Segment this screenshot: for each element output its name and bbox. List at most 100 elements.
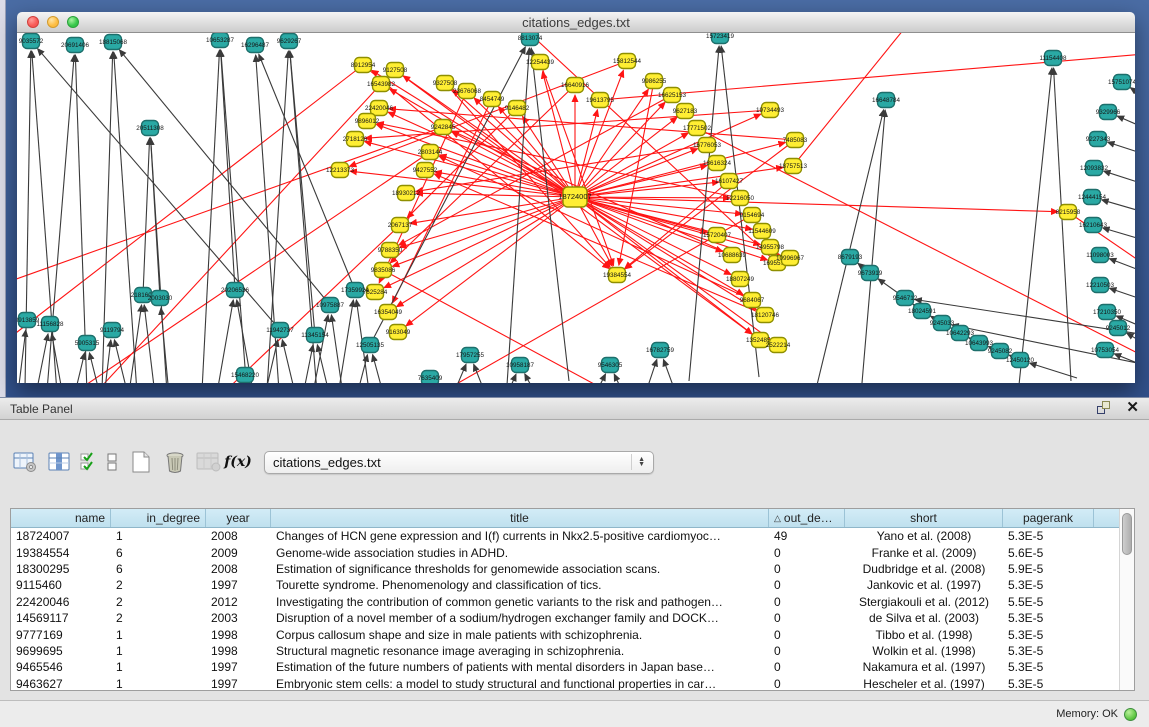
table-row[interactable]: 946554611997Estimation of the future num… bbox=[11, 659, 1119, 675]
citation-edge[interactable] bbox=[397, 197, 575, 307]
column-header-title[interactable]: title bbox=[271, 509, 769, 527]
network-node[interactable]: 16543982 bbox=[367, 77, 396, 92]
table-row[interactable]: 969969511998Structural magnetic resonanc… bbox=[11, 643, 1119, 659]
network-node[interactable]: 18930212 bbox=[392, 186, 421, 201]
network-node[interactable]: 15751074 bbox=[1108, 75, 1135, 90]
network-node[interactable]: 9329966 bbox=[1096, 105, 1121, 120]
network-node[interactable]: 18724007 bbox=[558, 187, 591, 207]
network-edge[interactable] bbox=[47, 55, 74, 383]
network-node[interactable]: 20691406 bbox=[61, 38, 90, 53]
network-node[interactable]: 8813074 bbox=[518, 33, 543, 46]
network-edge[interactable] bbox=[1130, 88, 1135, 99]
network-node[interactable]: 12254439 bbox=[526, 55, 555, 70]
column-header-out_de[interactable]: △out_de… bbox=[769, 509, 845, 527]
network-node[interactable]: 9673919 bbox=[858, 266, 883, 281]
network-node[interactable]: 16648784 bbox=[872, 93, 901, 108]
network-node[interactable]: 12210503 bbox=[1086, 278, 1115, 293]
network-node[interactable]: 2718126 bbox=[343, 132, 368, 147]
network-edge[interactable] bbox=[373, 355, 383, 383]
network-node[interactable]: 10958187 bbox=[506, 358, 535, 373]
table-settings-icon[interactable] bbox=[8, 446, 42, 478]
citation-edge[interactable] bbox=[434, 174, 765, 315]
scrollbar-thumb[interactable] bbox=[1122, 513, 1132, 555]
delete-column-icon[interactable] bbox=[158, 446, 192, 478]
network-node[interactable]: 9627183 bbox=[673, 104, 698, 119]
network-node[interactable]: 19384554 bbox=[603, 268, 632, 283]
column-header-name[interactable]: name bbox=[11, 509, 111, 527]
network-edge[interactable] bbox=[689, 46, 719, 381]
network-edge[interactable] bbox=[1117, 116, 1135, 129]
close-panel-icon[interactable]: ✕ bbox=[1126, 400, 1139, 416]
network-node[interactable]: 9163049 bbox=[386, 325, 411, 340]
network-edge[interactable] bbox=[1054, 68, 1071, 381]
network-node[interactable]: 16640916 bbox=[561, 78, 590, 93]
network-edge[interactable] bbox=[217, 300, 233, 383]
network-node[interactable]: 8679193 bbox=[838, 250, 863, 265]
citation-edge[interactable] bbox=[625, 181, 729, 269]
network-edge[interactable] bbox=[1109, 288, 1135, 301]
select-columns-icon[interactable] bbox=[76, 446, 100, 478]
network-edge[interactable] bbox=[1104, 171, 1135, 185]
network-node[interactable]: 17957255 bbox=[456, 348, 485, 363]
network-node[interactable]: 11544609 bbox=[748, 224, 776, 239]
network-edge[interactable] bbox=[1102, 200, 1135, 213]
citation-edge[interactable] bbox=[575, 102, 665, 197]
citation-edge[interactable] bbox=[392, 197, 575, 266]
network-node[interactable]: 7635409 bbox=[418, 371, 443, 384]
network-node[interactable]: 12505135 bbox=[356, 338, 385, 353]
network-node[interactable]: 9154694 bbox=[740, 208, 765, 223]
network-node[interactable]: 10975887 bbox=[316, 298, 345, 313]
network-node[interactable]: 14955798 bbox=[756, 240, 785, 255]
table-selector-dropdown[interactable]: citations_edges.txt ▲▼ bbox=[264, 451, 654, 474]
network-edge[interactable] bbox=[290, 51, 315, 335]
network-edge[interactable] bbox=[143, 138, 150, 295]
network-node[interactable]: 12444154 bbox=[1078, 190, 1107, 205]
network-edge[interactable] bbox=[595, 374, 606, 383]
network-edge[interactable] bbox=[614, 374, 623, 383]
network-edge[interactable] bbox=[507, 374, 516, 383]
network-node[interactable]: 9227343 bbox=[1086, 132, 1111, 147]
row-height-icon[interactable] bbox=[100, 446, 124, 478]
network-node[interactable]: 11098003 bbox=[1086, 248, 1114, 263]
network-node[interactable]: 19734493 bbox=[756, 103, 785, 118]
table-row[interactable]: 2242004622012Investigating the contribut… bbox=[11, 594, 1119, 610]
network-node[interactable]: 11156828 bbox=[36, 317, 64, 332]
citation-edge[interactable] bbox=[77, 84, 381, 383]
network-edge[interactable] bbox=[303, 345, 313, 383]
table-row[interactable]: 1938455462009Genome-wide association stu… bbox=[11, 544, 1119, 560]
network-edge[interactable] bbox=[119, 50, 330, 305]
citation-edge[interactable] bbox=[197, 225, 400, 383]
table-row[interactable]: 911546021997Tourette syndrome. Phenomeno… bbox=[11, 577, 1119, 593]
network-node[interactable]: 10753054 bbox=[1091, 343, 1120, 358]
column-header-in_degree[interactable]: in_degree bbox=[111, 509, 206, 527]
network-node[interactable]: 10688639 bbox=[718, 248, 747, 263]
network-node[interactable]: 2522214 bbox=[766, 338, 791, 353]
network-node[interactable]: 10653287 bbox=[206, 33, 235, 48]
network-node[interactable]: 16107427 bbox=[715, 174, 744, 189]
network-node[interactable]: 16354049 bbox=[374, 305, 403, 320]
network-node[interactable]: 12216050 bbox=[726, 191, 755, 206]
network-node[interactable]: 12093832 bbox=[1080, 161, 1109, 176]
citation-edge[interactable] bbox=[439, 156, 752, 300]
float-window-icon[interactable] bbox=[1096, 400, 1112, 416]
network-node[interactable]: 9546712 bbox=[893, 291, 918, 306]
network-edge[interactable] bbox=[1127, 333, 1135, 345]
network-node[interactable]: 16782759 bbox=[646, 343, 675, 358]
network-edge[interactable] bbox=[282, 340, 295, 383]
network-node[interactable]: 17210350 bbox=[1093, 305, 1122, 320]
column-header-short[interactable]: short bbox=[845, 509, 1003, 527]
network-edge[interactable] bbox=[52, 334, 62, 383]
network-node[interactable]: 9986255 bbox=[642, 74, 667, 89]
table-row[interactable]: 977716911998Corpus callosum shape and si… bbox=[11, 626, 1119, 642]
network-edge[interactable] bbox=[89, 353, 99, 383]
network-edge[interactable] bbox=[161, 308, 169, 383]
network-edge[interactable] bbox=[645, 359, 657, 383]
table-row[interactable]: 1830029562008Estimation of significance … bbox=[11, 561, 1119, 577]
network-edge[interactable] bbox=[265, 340, 278, 383]
column-header-year[interactable]: year bbox=[206, 509, 271, 527]
network-node[interactable]: 5905315 bbox=[75, 336, 100, 351]
column-header-pagerank[interactable]: pagerank bbox=[1003, 509, 1094, 527]
network-node[interactable]: 18815068 bbox=[99, 35, 128, 50]
network-edge[interactable] bbox=[37, 334, 48, 383]
minimize-window-icon[interactable] bbox=[47, 16, 59, 28]
